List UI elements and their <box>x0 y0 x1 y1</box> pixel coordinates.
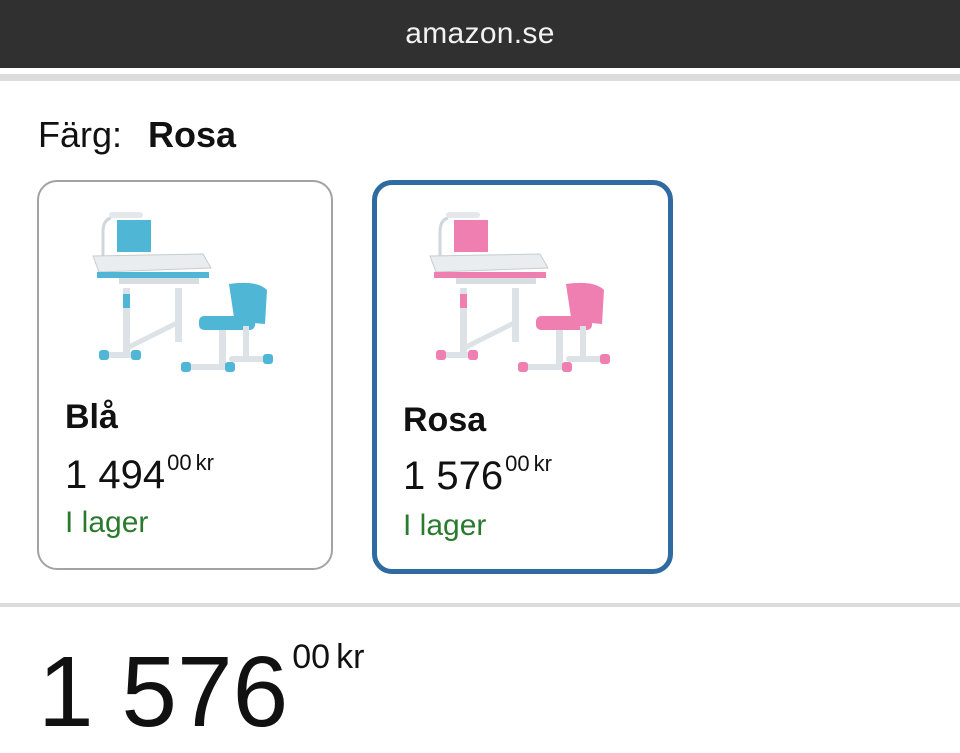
swatch-price: 1 57600 kr <box>403 451 552 499</box>
main-price-currency: kr <box>336 638 365 676</box>
section-divider <box>0 603 960 607</box>
main-price-fraction: 00 <box>292 638 331 676</box>
main-price: 1 576 00 kr <box>38 640 364 742</box>
price-whole: 1 494 <box>65 453 166 497</box>
main-price-whole: 1 576 <box>38 636 289 748</box>
address-bar[interactable]: amazon.se <box>0 0 960 68</box>
variation-label: Färg: Rosa <box>38 114 236 156</box>
divider <box>0 74 960 81</box>
availability-text: I lager <box>403 509 487 542</box>
swatch-price: 1 49400 kr <box>65 450 214 498</box>
swatch-name: Rosa <box>403 401 487 439</box>
price-currency: kr <box>195 450 214 475</box>
variation-key: Färg: <box>38 114 123 155</box>
url-text[interactable]: amazon.se <box>405 17 554 51</box>
swatch-name: Blå <box>65 398 118 436</box>
price-fraction: 00 <box>505 451 530 476</box>
swatch-pink[interactable]: Rosa 1 57600 kr I lager <box>372 180 673 574</box>
pink-desk-chair-image <box>429 212 610 372</box>
price-fraction: 00 <box>167 450 192 475</box>
variation-selected-value: Rosa <box>148 114 237 155</box>
availability-text: I lager <box>65 506 149 539</box>
price-currency: kr <box>533 451 552 476</box>
price-whole: 1 576 <box>403 454 504 498</box>
blue-desk-chair-image <box>92 212 273 372</box>
swatch-blue[interactable]: Blå 1 49400 kr I lager <box>37 180 333 570</box>
